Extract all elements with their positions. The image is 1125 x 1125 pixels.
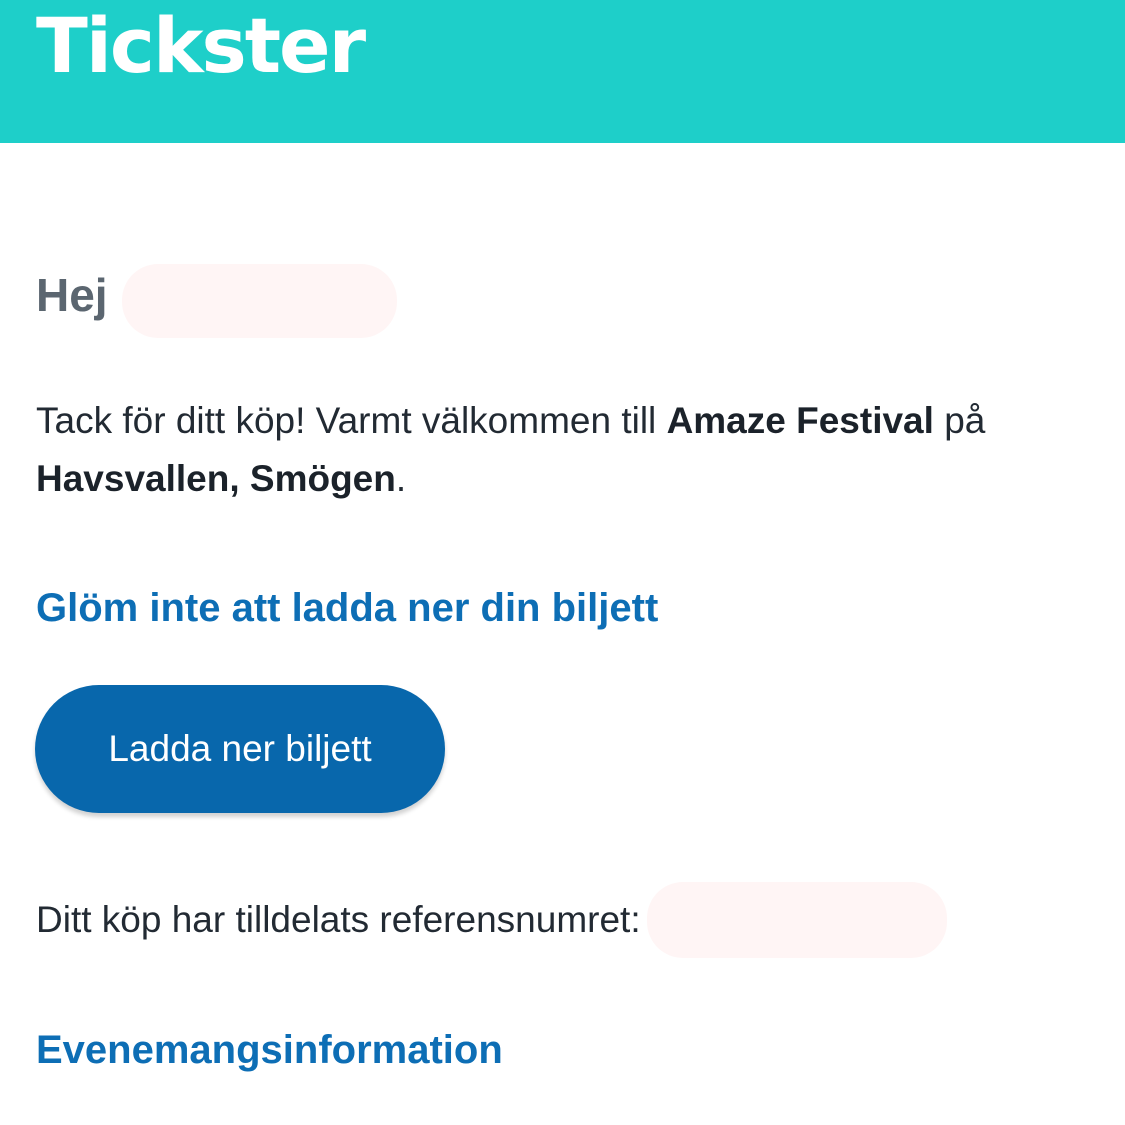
redacted-name: [121, 264, 397, 338]
header-bar: Tickster: [0, 0, 1125, 143]
intro-text-1: Tack för ditt köp! Varmt välkommen till: [36, 400, 667, 441]
intro-text-3: .: [395, 458, 407, 499]
intro-paragraph: Tack för ditt köp! Varmt välkommen till …: [36, 392, 1096, 508]
event-name: Amaze Festival: [666, 400, 934, 441]
reference-label: Ditt köp har tilldelats referensnumret:: [36, 899, 641, 940]
tickster-logo[interactable]: Tickster: [36, 8, 366, 84]
greeting-text: Hej: [36, 269, 108, 321]
intro-text-2: på: [933, 400, 986, 441]
download-heading: Glöm inte att ladda ner din biljett: [36, 586, 659, 630]
redacted-reference-number: [646, 882, 947, 958]
greeting: Hej: [36, 258, 397, 338]
venue-name: Havsvallen, Smögen: [36, 458, 396, 499]
download-ticket-button[interactable]: Ladda ner biljett: [35, 685, 445, 813]
event-info-heading: Evenemangsinformation: [36, 1028, 503, 1072]
reference-line: Ditt köp har tilldelats referensnumret:: [36, 882, 947, 958]
